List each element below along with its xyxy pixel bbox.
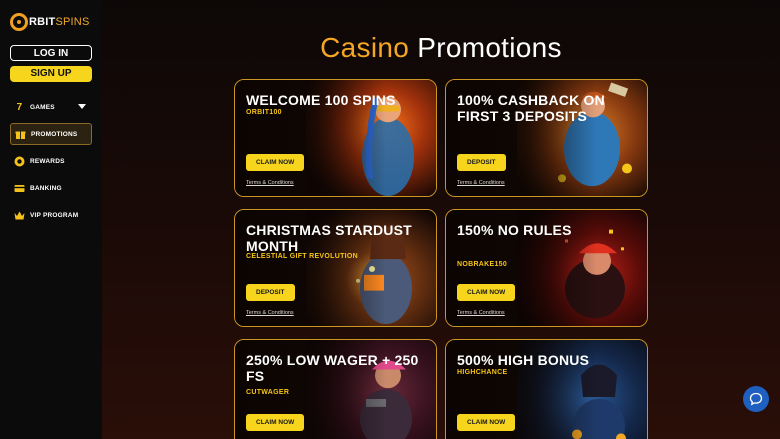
promo-title: 100% CASHBACK ON FIRST 3 DEPOSITS — [457, 92, 605, 124]
claim-now-button[interactable]: CLAIM NOW — [246, 154, 305, 171]
orbit-logo-icon — [10, 13, 28, 31]
promo-card-no-rules[interactable]: 150% NO RULES NOBRAKE150 CLAIM NOW Terms… — [445, 209, 648, 327]
login-button[interactable]: LOG IN — [10, 45, 92, 61]
seven-icon: 7 — [16, 101, 23, 113]
claim-now-button[interactable]: CLAIM NOW — [457, 284, 516, 301]
deposit-button[interactable]: DEPOSIT — [457, 154, 506, 171]
page-title: Casino Promotions — [320, 32, 562, 63]
logo-text-secondary: SPINS — [55, 16, 90, 28]
terms-link[interactable]: Terms & Conditions — [457, 310, 505, 316]
promo-code: CUTWAGER — [246, 389, 290, 396]
claim-now-button[interactable]: CLAIM NOW — [246, 414, 305, 431]
promo-title: 500% HIGH BONUS — [457, 352, 590, 368]
sidebar: RBITSPINS LOG IN SIGN UP 7 GAMES PROMOTI… — [0, 0, 102, 439]
promo-subtitle: CELESTIAL GIFT REVOLUTION — [246, 253, 358, 260]
sidebar-item-label: VIP PROGRAM — [30, 211, 79, 219]
sidebar-item-label: PROMOTIONS — [31, 130, 78, 138]
logo-text-primary: RBIT — [29, 16, 56, 28]
sidebar-nav: 7 GAMES PROMOTIONS REWARDS BANKING VIP P… — [10, 96, 92, 231]
promo-title: 150% NO RULES — [457, 222, 572, 238]
promo-code: ORBIT100 — [246, 109, 282, 116]
promo-code: NOBRAKE150 — [457, 261, 508, 268]
sidebar-item-vip-program[interactable]: VIP PROGRAM — [10, 204, 92, 226]
brand-logo[interactable]: RBITSPINS — [10, 12, 89, 32]
terms-link[interactable]: Terms & Conditions — [457, 180, 505, 186]
promo-title: 250% LOW WAGER + 250 FS — [246, 352, 419, 384]
promo-title: CHRISTMAS STARDUST MONTH — [246, 222, 412, 254]
chat-bubble-icon — [749, 392, 763, 406]
main-content: Casino Promotions WELCOME 100 SPINS ORBI… — [102, 0, 780, 439]
claim-now-button[interactable]: CLAIM NOW — [457, 414, 516, 431]
terms-link[interactable]: Terms & Conditions — [246, 310, 294, 316]
crown-icon — [14, 210, 25, 221]
rewards-icon — [14, 156, 25, 167]
signup-button[interactable]: SIGN UP — [10, 66, 92, 82]
promo-card-welcome[interactable]: WELCOME 100 SPINS ORBIT100 CLAIM NOW Ter… — [234, 79, 437, 197]
chevron-down-icon[interactable] — [78, 104, 86, 109]
deposit-button[interactable]: DEPOSIT — [246, 284, 295, 301]
promo-card-low-wager[interactable]: 250% LOW WAGER + 250 FS CUTWAGER CLAIM N… — [234, 339, 437, 439]
card-icon — [14, 183, 25, 194]
sidebar-item-games[interactable]: 7 GAMES — [10, 96, 92, 118]
sidebar-item-label: REWARDS — [30, 157, 65, 165]
promo-title: WELCOME 100 SPINS — [246, 92, 396, 108]
chat-support-button[interactable] — [743, 386, 769, 412]
sidebar-item-label: BANKING — [30, 184, 62, 192]
promo-card-cashback[interactable]: 100% CASHBACK ON FIRST 3 DEPOSITS DEPOSI… — [445, 79, 648, 197]
promo-card-high-bonus[interactable]: 500% HIGH BONUS HIGHCHANCE CLAIM NOW — [445, 339, 648, 439]
app-root: RBITSPINS LOG IN SIGN UP 7 GAMES PROMOTI… — [0, 0, 780, 439]
terms-link[interactable]: Terms & Conditions — [246, 180, 294, 186]
sidebar-item-banking[interactable]: BANKING — [10, 177, 92, 199]
gift-icon — [15, 129, 26, 140]
promo-card-christmas[interactable]: CHRISTMAS STARDUST MONTH CELESTIAL GIFT … — [234, 209, 437, 327]
sidebar-item-promotions[interactable]: PROMOTIONS — [10, 123, 92, 145]
promo-code: HIGHCHANCE — [457, 369, 508, 376]
sidebar-item-label: GAMES — [30, 103, 55, 111]
sidebar-item-rewards[interactable]: REWARDS — [10, 150, 92, 172]
